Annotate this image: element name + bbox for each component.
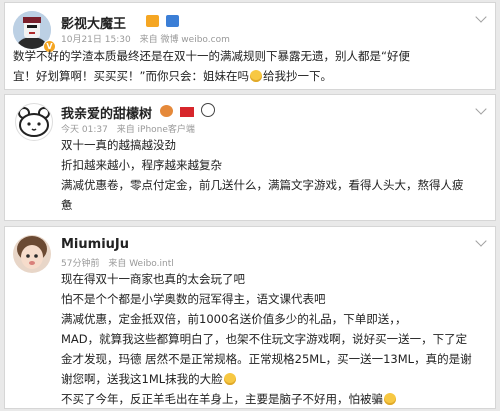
post-text: 现在得双十一商家也真的太会玩了吧 怕不是个个都是小学奥数的冠军得主，语文课代表吧… (61, 269, 472, 409)
post-line-emoji: 谢您啊，送我这1ML抹我的大脸 (61, 369, 472, 389)
emoji-icon (223, 373, 236, 385)
avatar[interactable] (15, 103, 53, 141)
post-line: 数学不好的学渣本质最终还是在双十一的满减规则下暴露无遗，别人都是“好便 (13, 49, 410, 63)
username[interactable]: 影视大魔王 (61, 13, 126, 32)
panda-icon (201, 103, 216, 117)
post-source: 来自 微博 weibo.com (139, 35, 230, 45)
post-line: 满减优惠卷，零点付定金，前几送什么，满篇文字游戏，看得人头大，熬得人疲 (61, 178, 464, 192)
post-source: 来自 Weibo.intl (108, 259, 174, 269)
username[interactable]: MiumiuJu (61, 237, 129, 252)
user-badges (158, 102, 216, 121)
post-time: 今天 01:37 (61, 125, 108, 135)
post-card-3: MiumiuJu 57分钟前 来自 Weibo.intl 现在得双十一商家也真的… (4, 226, 496, 409)
post-text: 双十一真的越搞越没劲 折扣越来越小，程序越来越复杂 满减优惠卷，零点付定金，前几… (61, 135, 464, 215)
post-line: MAD，就算我这些都算明白了，也架不住玩文字游戏啊，说好买一送一，下了定 (61, 332, 468, 346)
chevron-down-icon[interactable] (475, 103, 487, 115)
post-line: 折扣越来越小，程序越来越复杂 (61, 158, 222, 172)
emoji-icon (384, 393, 396, 405)
post-line: 双十一真的越搞越没劲 (61, 138, 176, 152)
post-time: 57分钟前 (61, 259, 100, 269)
post-time: 10月21日 15:30 (61, 35, 131, 45)
user-badges (144, 12, 180, 31)
post-line: 金才发现，玛德 居然不是正常规格。正常规格25ML，买一送一13ML，真的是谢 (61, 352, 472, 366)
post-meta: 今天 01:37 来自 iPhone客户端 (61, 122, 201, 135)
post-line-2: 宜！好划算啊！买买买！”而你只会：姐妹在吗 给我抄一下。 (13, 69, 332, 83)
post-line: 惫 (61, 198, 73, 212)
post-line: 满减优惠，定金抵双倍，前1000名送价值多少的礼品，下单即送，， (61, 312, 407, 326)
bear-icon (160, 105, 173, 117)
post-meta: 10月21日 15:30 来自 微博 weibo.com (61, 32, 236, 45)
post-text: 数学不好的学渣本质最终还是在双十一的满减规则下暴露无遗，别人都是“好便 宜！好划… (13, 46, 410, 86)
post-meta: 57分钟前 来自 Weibo.intl (61, 256, 180, 269)
chevron-down-icon[interactable] (475, 11, 487, 23)
post-line: 怕不是个个都是小学奥数的冠军得主，语文课代表吧 (61, 292, 326, 306)
post-source: 来自 iPhone客户端 (116, 125, 195, 135)
emoji-icon (249, 70, 262, 82)
post-line-emoji: 不买了今年，反正羊毛出在羊身上，主要是脑子不好用，怕被骗 (61, 389, 472, 409)
post-card-2: 我亲爱的甜檬树 今天 01:37 来自 iPhone客户端 双十一真的越搞越没劲… (4, 94, 496, 221)
avatar[interactable] (13, 235, 51, 273)
flag-icon (180, 107, 195, 117)
chevron-down-icon[interactable] (475, 235, 487, 247)
username[interactable]: 我亲爱的甜檬树 (61, 103, 152, 122)
star-icon (166, 15, 180, 27)
post-card-1: V 影视大魔王 10月21日 15:30 来自 微博 weibo.com 数学不… (4, 2, 496, 90)
crown-icon (146, 15, 159, 27)
post-line: 现在得双十一商家也真的太会玩了吧 (61, 272, 245, 286)
